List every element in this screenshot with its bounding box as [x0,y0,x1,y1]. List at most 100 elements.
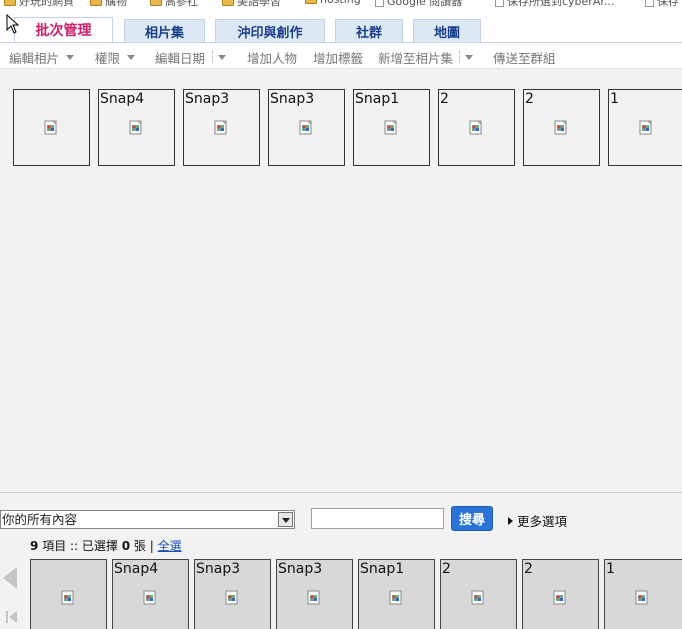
bookmark-label: Google 閱讀器 [387,0,463,8]
tab-map[interactable]: 地圖 [413,19,481,42]
photo-thumbnail[interactable]: 2 [438,89,515,166]
mouse-cursor-icon [6,14,20,34]
photo-caption: Snap4 [100,91,145,107]
photo-caption: 2 [524,561,533,577]
filmstrip-thumbnail[interactable] [30,559,107,629]
broken-image-icon [299,120,312,135]
tab-community[interactable]: 社群 [335,19,403,42]
filmstrip-thumbnail[interactable]: Snap4 [112,559,189,629]
bookmark-item[interactable]: Google 閱讀器 [375,0,462,8]
filmstrip-thumbnail[interactable]: 2 [440,559,517,629]
selected-unit-text: 張 | [133,539,154,553]
add-people-button[interactable]: 增加人物 [247,48,297,67]
edit-photos-menu[interactable]: 編輯相片 [9,48,59,67]
page-icon [495,0,504,7]
photo-caption: Snap3 [278,561,323,577]
photo-caption: Snap3 [270,91,315,107]
broken-image-icon [61,590,74,605]
bottom-panel: 你的所有內容 搜尋 更多選項 9 項目 :: 已選擇 0 張 | 全選 Snap… [0,492,682,629]
add-tags-button[interactable]: 增加標籤 [313,48,363,67]
bookmark-label: 好玩的網頁 [19,0,74,8]
toolbar-divider [212,51,213,63]
broken-image-icon [635,590,648,605]
photo-thumbnail[interactable]: Snap3 [268,89,345,166]
chevron-down-icon[interactable] [66,55,74,60]
bookmark-item[interactable]: 美語學習 [222,0,281,8]
selection-status: 9 項目 :: 已選擇 0 張 | 全選 [30,537,182,554]
action-toolbar: 編輯相片 權限 編輯日期 增加人物 增加標籤 新增至相片集 傳送至群組 [0,42,682,69]
bookmark-item[interactable]: hosting [305,0,361,6]
broken-image-icon [44,120,57,135]
tab-label: 批次管理 [35,23,92,39]
broken-image-icon [384,120,397,135]
bookmark-item[interactable]: 好玩的網頁 [4,0,74,8]
search-button[interactable]: 搜尋 [451,506,493,531]
tab-label: 相片集 [144,25,184,41]
bookmark-label: hosting [320,0,361,6]
permissions-menu[interactable]: 權限 [95,48,120,67]
tab-print-create[interactable]: 沖印與創作 [215,19,325,42]
edit-date-menu[interactable]: 編輯日期 [155,48,205,67]
photo-thumbnail[interactable]: 2 [523,89,600,166]
bookmark-item[interactable]: 高參社 [150,0,198,8]
photo-caption: Snap3 [185,91,230,107]
scope-select-value: 你的所有內容 [2,512,78,527]
send-to-group-button[interactable]: 傳送至群組 [493,48,556,67]
bookmark-label: 高參社 [165,0,198,8]
tab-batch-manage[interactable]: 批次管理 [14,17,113,43]
broken-image-icon [471,590,484,605]
previous-arrow-icon[interactable] [3,567,17,589]
folder-icon [150,0,162,6]
broken-image-icon [214,120,227,135]
photo-caption: 2 [442,561,451,577]
photo-caption: Snap1 [355,91,400,107]
filmstrip-thumbnail[interactable]: 1 [604,559,682,629]
bookmark-item[interactable]: 保存所選到cyberAr... [495,0,614,8]
photo-thumbnail[interactable] [13,89,90,166]
bookmark-label: 購物 [105,0,127,8]
photo-thumbnail[interactable]: 1 [608,89,682,166]
chevron-down-icon[interactable] [127,55,135,60]
photo-thumbnail[interactable]: Snap4 [98,89,175,166]
tab-label: 沖印與創作 [237,25,303,41]
add-to-album-button[interactable]: 新增至相片集 [378,48,453,67]
search-input[interactable] [311,508,444,529]
search-button-label: 搜尋 [458,513,485,528]
folder-icon [90,0,102,6]
broken-image-icon [554,120,567,135]
photo-caption: 2 [440,91,449,107]
filmstrip-thumbnail[interactable]: Snap3 [194,559,271,629]
chevron-down-icon[interactable] [465,55,473,60]
photo-caption: Snap3 [196,561,241,577]
bookmark-item[interactable]: 購物 [90,0,127,8]
tab-albums[interactable]: 相片集 [124,19,205,42]
more-options-link[interactable]: 更多選項 [508,511,567,530]
photo-thumbnail[interactable]: Snap3 [183,89,260,166]
photo-caption: Snap1 [360,561,405,577]
page-icon [645,0,654,7]
filmstrip-thumbnail[interactable]: Snap3 [276,559,353,629]
filmstrip-thumbnail[interactable]: 2 [522,559,599,629]
broken-image-icon [307,590,320,605]
broken-image-icon [129,120,142,135]
broken-image-icon [469,120,482,135]
chevron-down-icon[interactable] [218,55,226,60]
photo-caption: 2 [525,91,534,107]
broken-image-icon [225,590,238,605]
broken-image-icon [143,590,156,605]
bookmark-label: 保存所選到cyberAr... [507,0,615,8]
photo-caption: Snap4 [114,561,159,577]
folder-icon [222,0,234,6]
bookmark-item[interactable]: 保存 [645,0,679,8]
filmstrip-thumbnail[interactable]: Snap1 [358,559,435,629]
more-options-label: 更多選項 [517,514,568,529]
broken-image-icon [553,590,566,605]
select-all-link[interactable]: 全選 [158,539,182,553]
first-page-icon[interactable] [6,611,18,623]
item-count: 9 [30,539,39,553]
chevron-down-icon[interactable] [278,512,293,527]
photo-thumbnail[interactable]: Snap1 [353,89,430,166]
scope-select[interactable]: 你的所有內容 [0,510,295,529]
broken-image-icon [389,590,402,605]
bookmark-label: 美語學習 [237,0,281,8]
